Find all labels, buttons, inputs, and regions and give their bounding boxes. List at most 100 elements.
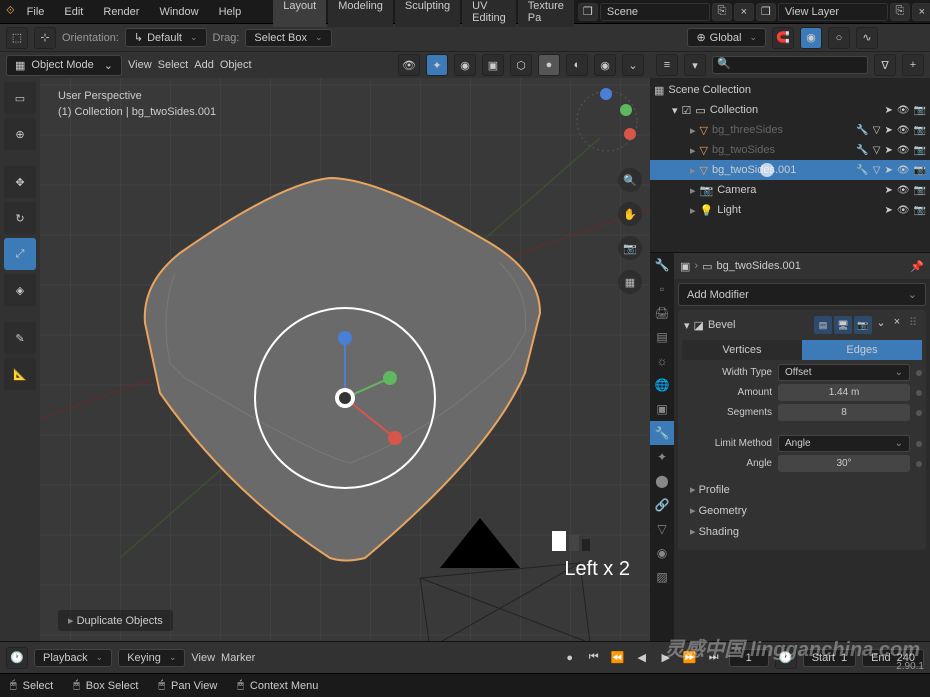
menu-edit[interactable]: Edit: [56, 4, 91, 20]
tab-sculpting[interactable]: Sculpting: [395, 0, 460, 27]
anim-dot[interactable]: [916, 390, 922, 396]
xray-icon[interactable]: ▣: [482, 54, 504, 76]
anim-dot[interactable]: [916, 370, 922, 376]
sub-geometry[interactable]: Geometry: [690, 500, 914, 521]
anim-dot[interactable]: [916, 441, 922, 447]
mesh-object[interactable]: [130, 163, 560, 563]
anim-dot[interactable]: [916, 410, 922, 416]
ptab-particle[interactable]: ✦: [650, 445, 674, 469]
menu-render[interactable]: Render: [95, 4, 147, 20]
ptab-physics[interactable]: ⬤: [650, 469, 674, 493]
keying-dropdown[interactable]: Keying: [118, 649, 185, 667]
tree-item-4[interactable]: ▸💡Light➤👁📷: [650, 200, 930, 220]
tree-item-1[interactable]: ▸▽bg_twoSides🔧▽➤👁📷: [650, 140, 930, 160]
camera-view-icon[interactable]: 📷: [618, 236, 642, 260]
segments-input[interactable]: 8: [778, 404, 910, 421]
vp-menu-select[interactable]: Select: [158, 59, 189, 71]
axis-z-icon[interactable]: [600, 88, 612, 100]
autokey-icon[interactable]: ●: [561, 649, 579, 667]
eye-icon[interactable]: 👁: [897, 105, 910, 116]
mod-render-icon[interactable]: 📷: [854, 316, 872, 334]
pan-icon[interactable]: ✋: [618, 202, 642, 226]
ptab-material[interactable]: ◉: [650, 541, 674, 565]
zoom-icon[interactable]: 🔍: [618, 168, 642, 192]
overlay-icon[interactable]: ◉: [454, 54, 476, 76]
mod-drag-icon[interactable]: ⠿: [906, 316, 920, 334]
nav-gizmo[interactable]: [572, 86, 642, 156]
scene-del-icon[interactable]: ×: [734, 3, 754, 21]
outliner-editor-icon[interactable]: ≡: [656, 54, 678, 76]
vp-menu-add[interactable]: Add: [194, 59, 214, 71]
timeline-marker[interactable]: Marker: [221, 652, 255, 664]
jump-prev-key-icon[interactable]: ⏪: [609, 649, 627, 667]
limit-dropdown[interactable]: Angle: [778, 435, 910, 452]
shading-render-icon[interactable]: ◉: [594, 54, 616, 76]
tree-scene-collection[interactable]: ▦Scene Collection: [650, 80, 930, 100]
sub-profile[interactable]: Profile: [690, 479, 914, 500]
tree-collection[interactable]: ▾☑▭ Collection ➤👁📷: [650, 100, 930, 120]
sub-shading[interactable]: Shading: [690, 521, 914, 542]
arrow-icon[interactable]: ➤: [884, 105, 892, 116]
jump-next-key-icon[interactable]: ⏩: [681, 649, 699, 667]
ptab-viewlayer[interactable]: ▤: [650, 325, 674, 349]
viewport[interactable]: User Perspective (1) Collection | bg_two…: [40, 78, 650, 641]
cursor-tool-icon[interactable]: ⊹: [34, 27, 56, 49]
tree-item-3[interactable]: ▸📷Camera➤👁📷: [650, 180, 930, 200]
ptab-output[interactable]: 🖨: [650, 301, 674, 325]
proportional-icon[interactable]: ○: [828, 27, 850, 49]
vp-menu-view[interactable]: View: [128, 59, 152, 71]
viewlayer-input[interactable]: View Layer: [778, 3, 888, 21]
outliner-search[interactable]: 🔍: [712, 56, 868, 74]
ptab-render[interactable]: ▫: [650, 277, 674, 301]
expand-icon[interactable]: ▾: [684, 319, 690, 332]
persp-ortho-icon[interactable]: ▦: [618, 270, 642, 294]
tool-rotate[interactable]: ↻: [4, 202, 36, 234]
ptab-texture[interactable]: ▨: [650, 565, 674, 589]
mod-close-icon[interactable]: ×: [890, 316, 904, 334]
playback-dropdown[interactable]: Playback: [34, 649, 112, 667]
tool-scale[interactable]: ⤢: [4, 238, 36, 270]
viewlayer-new-icon[interactable]: ⎘: [890, 3, 910, 21]
anim-dot[interactable]: [916, 461, 922, 467]
outliner-new-coll-icon[interactable]: +: [902, 54, 924, 76]
viewlayer-del-icon[interactable]: ×: [912, 3, 930, 21]
tab-uv[interactable]: UV Editing: [462, 0, 516, 27]
tool-cursor[interactable]: ⊕: [4, 118, 36, 150]
outliner-display-icon[interactable]: ▾: [684, 54, 706, 76]
last-op-panel[interactable]: Duplicate Objects: [58, 610, 173, 631]
editor-type-icon[interactable]: ⬚: [6, 27, 28, 49]
selectable-icon[interactable]: 👁: [398, 54, 420, 76]
orientation-dropdown[interactable]: ↳Default: [125, 28, 207, 47]
start-frame-input[interactable]: 1: [841, 652, 847, 664]
shading-solid-icon[interactable]: ●: [538, 54, 560, 76]
mod-editmode-icon[interactable]: ▤: [814, 316, 832, 334]
play-icon[interactable]: ▶: [657, 649, 675, 667]
scene-name-input[interactable]: Scene: [600, 3, 710, 21]
camera-icon[interactable]: 📷: [914, 105, 926, 116]
shading-wire-icon[interactable]: ⬡: [510, 54, 532, 76]
current-frame-input[interactable]: 1: [729, 649, 769, 667]
width-type-dropdown[interactable]: Offset: [778, 364, 910, 381]
tool-measure[interactable]: 📐: [4, 358, 36, 390]
prop-type-icon[interactable]: ∿: [856, 27, 878, 49]
shading-matprev-icon[interactable]: ◐: [566, 54, 588, 76]
ptab-constraint[interactable]: 🔗: [650, 493, 674, 517]
modifier-name[interactable]: Bevel: [708, 319, 736, 331]
tool-transform[interactable]: ◈: [4, 274, 36, 306]
angle-input[interactable]: 30°: [778, 455, 910, 472]
viewlayer-browse-icon[interactable]: ❒: [756, 3, 776, 21]
amount-input[interactable]: 1.44 m: [778, 384, 910, 401]
tree-item-0[interactable]: ▸▽bg_threeSides🔧▽➤👁📷: [650, 120, 930, 140]
seg-edges[interactable]: Edges: [802, 340, 922, 360]
shading-options-icon[interactable]: ⌄: [622, 54, 644, 76]
scene-new-icon[interactable]: ⎘: [712, 3, 732, 21]
menu-help[interactable]: Help: [211, 4, 250, 20]
seg-vertices[interactable]: Vertices: [682, 340, 802, 360]
snap-icon[interactable]: 🧲: [772, 27, 794, 49]
transform-orient-dropdown[interactable]: ⊕Global: [687, 28, 766, 47]
pin-icon[interactable]: 📌: [910, 260, 924, 273]
tab-texture[interactable]: Texture Pa: [518, 0, 574, 27]
play-rev-icon[interactable]: ◀: [633, 649, 651, 667]
axis-x-icon[interactable]: [624, 128, 636, 140]
ptab-mesh[interactable]: ▽: [650, 517, 674, 541]
